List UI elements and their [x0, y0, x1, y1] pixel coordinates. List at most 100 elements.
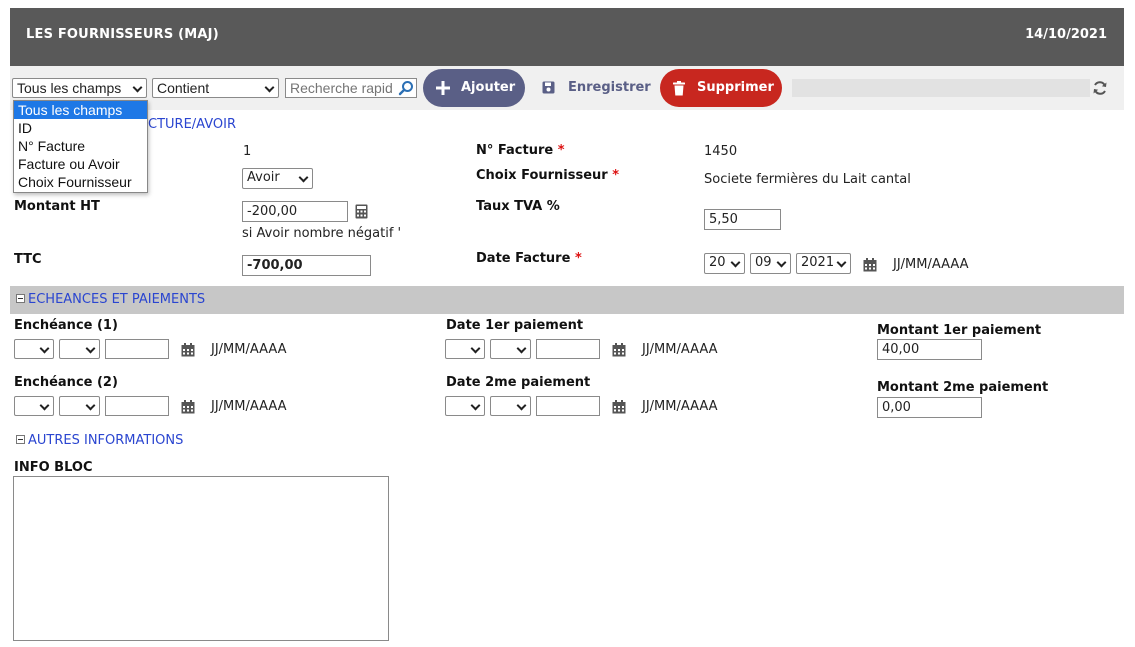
- calendar-icon[interactable]: [612, 343, 626, 357]
- date-format-hint: JJ/MM/AAAA: [211, 342, 287, 357]
- delete-button-label: Supprimer: [697, 80, 774, 95]
- chevron-down-icon: [776, 257, 787, 268]
- section-autres-title: AUTRES INFORMATIONS: [28, 433, 184, 448]
- date-facture-month-select[interactable]: 09: [750, 253, 791, 274]
- fournisseur-label-text: Choix Fournisseur: [476, 168, 608, 183]
- calculator-icon[interactable]: [355, 204, 368, 219]
- chevron-down-icon: [470, 343, 481, 354]
- date-day-value: 20: [709, 255, 726, 270]
- section-echeances-header[interactable]: ECHEANCES ET PAIEMENTS: [16, 292, 205, 307]
- dropdown-option[interactable]: Facture ou Avoir: [14, 155, 147, 173]
- echeance2-day-select[interactable]: [14, 396, 54, 416]
- calendar-icon[interactable]: [612, 400, 626, 414]
- calendar-icon[interactable]: [181, 400, 195, 414]
- fournisseur-value: Societe fermières du Lait cantal: [704, 172, 911, 187]
- date-format-hint: JJ/MM/AAAA: [642, 342, 718, 357]
- calendar-icon[interactable]: [181, 343, 195, 357]
- section-echeances-title: ECHEANCES ET PAIEMENTS: [28, 292, 206, 307]
- date2-year-input[interactable]: [536, 396, 600, 416]
- section-autres-header[interactable]: AUTRES INFORMATIONS: [16, 433, 183, 448]
- echeance2-year-input[interactable]: [105, 396, 169, 416]
- date-facture-label: Date Facture *: [476, 251, 582, 266]
- page-title: LES FOURNISSEURS (MAJ): [26, 27, 219, 42]
- num-facture-label: N° Facture *: [476, 143, 565, 158]
- field-select-dropdown: Tous les champs ID N° Facture Facture ou…: [13, 100, 148, 193]
- delete-button[interactable]: Supprimer: [660, 69, 782, 107]
- add-button-label: Ajouter: [461, 80, 516, 95]
- num-facture-value: 1450: [704, 144, 738, 159]
- page-header: LES FOURNISSEURS (MAJ) 14/10/2021: [10, 8, 1124, 66]
- date-facture-label-text: Date Facture: [476, 251, 571, 266]
- operator-select-value: Contient: [157, 80, 210, 96]
- chevron-down-icon: [836, 257, 847, 268]
- search-icon[interactable]: [398, 80, 414, 96]
- chevron-down-icon: [516, 400, 527, 411]
- montant2-input[interactable]: [877, 397, 982, 418]
- tva-input[interactable]: [704, 209, 781, 230]
- montant-hint: si Avoir nombre négatif ': [242, 226, 402, 241]
- date-facture-day-select[interactable]: 20: [704, 253, 745, 274]
- echeance1-label: Enchéance (1): [14, 318, 118, 333]
- plus-icon: [436, 81, 450, 95]
- echeance1-year-input[interactable]: [105, 339, 169, 359]
- chevron-down-icon: [132, 82, 143, 93]
- type-select-value: Avoir: [247, 170, 280, 185]
- date1-year-input[interactable]: [536, 339, 600, 359]
- collapse-icon[interactable]: [16, 435, 25, 444]
- refresh-icon[interactable]: [1092, 80, 1108, 96]
- required-mark: *: [557, 143, 565, 158]
- date-facture-year-select[interactable]: 2021: [796, 253, 851, 274]
- montant2-label: Montant 2me paiement: [877, 380, 1049, 395]
- chevron-down-icon: [730, 257, 741, 268]
- chevron-down-icon: [39, 400, 50, 411]
- chevron-down-icon: [85, 400, 96, 411]
- num-facture-label-text: N° Facture: [476, 143, 554, 158]
- type-select[interactable]: Avoir: [242, 168, 313, 189]
- date2-month-select[interactable]: [490, 396, 531, 416]
- date-month-value: 09: [755, 255, 772, 270]
- chevron-down-icon: [516, 343, 527, 354]
- date-format-hint: JJ/MM/AAAA: [893, 257, 969, 272]
- header-date: 14/10/2021: [1025, 27, 1107, 42]
- montant-ht-label: Montant HT: [14, 199, 100, 214]
- field-select[interactable]: Tous les champs: [12, 78, 147, 98]
- id-value: 1: [243, 144, 252, 159]
- chevron-down-icon: [85, 343, 96, 354]
- collapse-icon[interactable]: [16, 294, 25, 303]
- echeance1-day-select[interactable]: [14, 339, 54, 359]
- date2-day-select[interactable]: [445, 396, 485, 416]
- montant1-label: Montant 1er paiement: [877, 323, 1042, 338]
- date-format-hint: JJ/MM/AAAA: [642, 399, 718, 414]
- date1-day-select[interactable]: [445, 339, 485, 359]
- operator-select[interactable]: Contient: [152, 78, 279, 98]
- tva-label: Taux TVA %: [476, 199, 560, 214]
- info-bloc-textarea[interactable]: [13, 476, 389, 641]
- ttc-input[interactable]: [242, 255, 371, 276]
- date1-label: Date 1er paiement: [446, 318, 584, 333]
- date-format-hint: JJ/MM/AAAA: [211, 399, 287, 414]
- dropdown-option[interactable]: N° Facture: [14, 137, 147, 155]
- chevron-down-icon: [39, 343, 50, 354]
- add-button[interactable]: Ajouter: [423, 69, 525, 107]
- trash-icon: [673, 81, 685, 96]
- montant1-input[interactable]: [877, 339, 982, 360]
- required-mark: *: [574, 251, 582, 266]
- dropdown-option[interactable]: Choix Fournisseur: [14, 173, 147, 191]
- echeance1-month-select[interactable]: [59, 339, 100, 359]
- field-select-value: Tous les champs: [17, 80, 122, 96]
- date1-month-select[interactable]: [490, 339, 531, 359]
- chevron-down-icon: [264, 82, 275, 93]
- section-facture-title[interactable]: CTURE/AVOIR: [148, 117, 236, 132]
- calendar-icon[interactable]: [863, 258, 877, 272]
- dropdown-option[interactable]: ID: [14, 119, 147, 137]
- ttc-label: TTC: [14, 252, 42, 267]
- echeance2-month-select[interactable]: [59, 396, 100, 416]
- chevron-down-icon: [298, 172, 309, 183]
- montant-ht-input[interactable]: [242, 201, 348, 222]
- toolbar-strip: [792, 79, 1090, 97]
- dropdown-option[interactable]: Tous les champs: [14, 101, 147, 119]
- floppy-icon: [542, 81, 555, 94]
- info-bloc-label: INFO BLOC: [14, 460, 93, 475]
- chevron-down-icon: [470, 400, 481, 411]
- save-button-label: Enregistrer: [568, 80, 651, 95]
